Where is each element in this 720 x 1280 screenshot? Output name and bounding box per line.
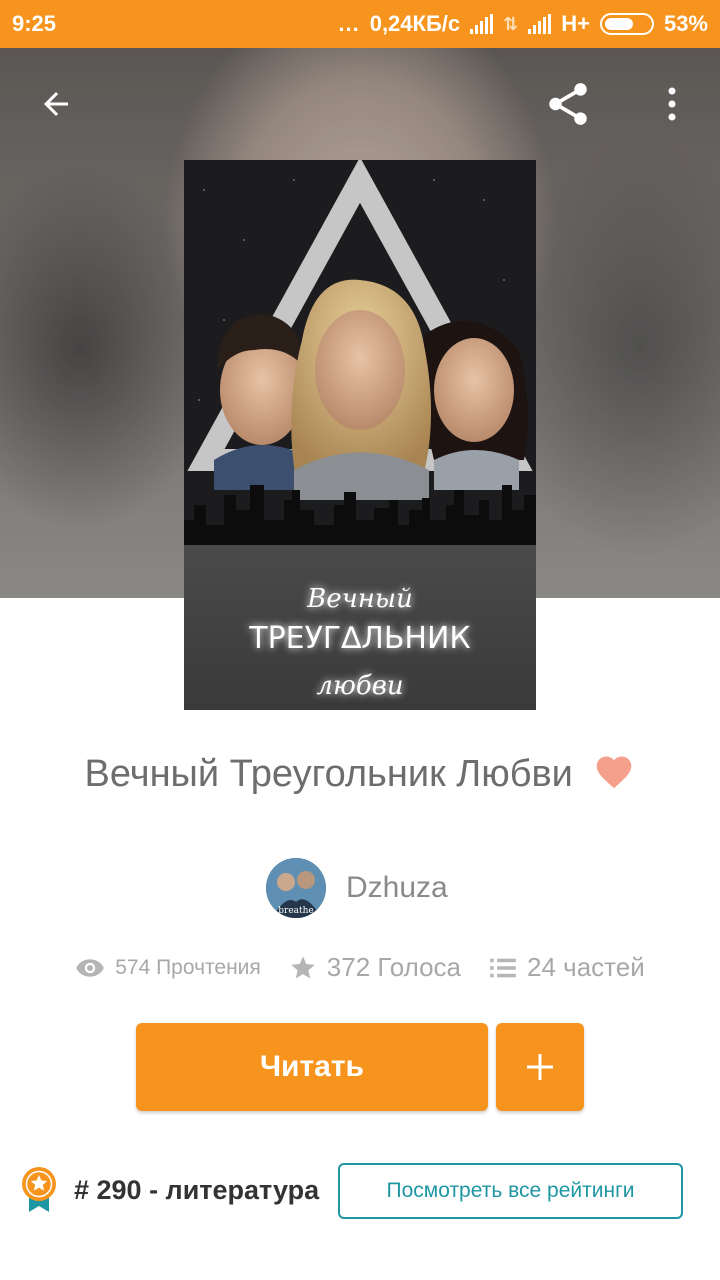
- avatar[interactable]: breathe: [266, 858, 326, 918]
- back-button[interactable]: [28, 76, 84, 132]
- heart-icon: [593, 752, 635, 800]
- ranking-badge-icon: [22, 1167, 56, 1212]
- star-icon: [291, 955, 315, 978]
- votes-count: 372 Голоса: [326, 952, 462, 982]
- plus-icon: [527, 1054, 553, 1080]
- votes-stat: 372 Голоса: [289, 952, 461, 983]
- status-dots: ...: [338, 11, 360, 36]
- author-name[interactable]: Dzhuza: [346, 871, 448, 905]
- book-title: Вечный Треугольник Любви: [84, 753, 573, 796]
- list-icon: [490, 958, 516, 977]
- cover-title-line2: ТРЕУГ∆ЛЬНИК: [248, 621, 470, 656]
- book-title-row: Вечный Треугольник Любви: [0, 752, 720, 800]
- arrow-left-icon: [44, 92, 68, 116]
- battery-icon: [599, 13, 654, 35]
- more-vertical-icon: [668, 87, 676, 121]
- signal-icon-2: [528, 14, 552, 34]
- parts-stat: 24 частей: [489, 952, 645, 983]
- cover-title-line1: Вечный: [306, 584, 413, 614]
- status-time: 9:25: [12, 11, 57, 36]
- avatar-text: breathe: [278, 906, 314, 916]
- read-button-label: Читать: [259, 1050, 365, 1083]
- eye-icon: [76, 958, 104, 977]
- author-row[interactable]: breathe Dzhuza: [266, 858, 448, 918]
- view-all-ratings-button[interactable]: Посмотреть все рейтинги: [338, 1163, 683, 1219]
- rank-text: # 290 - литература: [74, 1174, 320, 1205]
- network-speed: 0,24КБ/с: [369, 11, 461, 36]
- signal-icon: [470, 14, 494, 34]
- read-button[interactable]: Читать: [136, 1023, 488, 1111]
- status-bar: 9:25 ... 0,24КБ/с ⇅ H+ 53%: [0, 0, 720, 48]
- stats-row: 574 Прочтения 372 Голоса 24 частей: [0, 952, 720, 983]
- more-button[interactable]: [644, 76, 700, 132]
- view-all-ratings-label: Посмотреть все рейтинги: [386, 1179, 635, 1202]
- book-cover[interactable]: Вечный ТРЕУГ∆ЛЬНИК любви: [184, 160, 536, 710]
- reads-stat: 574 Прочтения: [75, 956, 261, 980]
- cover-title-line3: любви: [316, 671, 403, 701]
- reads-count: 574 Прочтения: [115, 955, 261, 979]
- battery-level: 53%: [663, 11, 708, 36]
- network-type: H+: [561, 11, 590, 36]
- ranking-row: # 290 - литература: [20, 1166, 319, 1214]
- add-to-library-button[interactable]: [496, 1023, 584, 1111]
- share-button[interactable]: [540, 76, 596, 132]
- parts-count: 24 частей: [527, 952, 645, 982]
- data-transfer-icon: ⇅: [503, 13, 519, 34]
- share-icon: [549, 83, 587, 125]
